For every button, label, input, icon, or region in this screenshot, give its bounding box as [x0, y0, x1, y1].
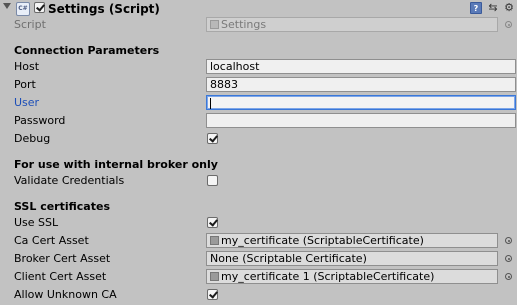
debug-label: Debug [14, 132, 51, 145]
broker-cert-value: None (Scriptable Certificate) [210, 252, 367, 265]
debug-checkbox[interactable] [207, 133, 218, 144]
host-input[interactable]: localhost [206, 59, 516, 74]
certificate-asset-icon [210, 236, 219, 245]
certificate-asset-icon [210, 272, 219, 281]
preset-icon[interactable]: ⇆ [487, 2, 499, 14]
section-internal-broker: For use with internal broker only [14, 158, 218, 171]
script-field: Settings [206, 17, 498, 32]
section-connection-parameters: Connection Parameters [14, 44, 160, 57]
client-cert-picker-icon[interactable] [505, 273, 512, 280]
text-caret [210, 97, 211, 109]
password-input[interactable] [206, 113, 516, 128]
port-input[interactable]: 8883 [206, 77, 516, 92]
ca-cert-value: my_certificate (ScriptableCertificate) [221, 234, 424, 247]
broker-cert-field[interactable]: None (Scriptable Certificate) [206, 251, 498, 266]
client-cert-value: my_certificate 1 (ScriptableCertificate) [221, 270, 435, 283]
gear-icon[interactable]: ⚙ [503, 2, 515, 14]
component-title: Settings (Script) [48, 2, 160, 16]
host-label: Host [14, 60, 40, 73]
broker-cert-picker-icon[interactable] [505, 255, 512, 262]
script-asset-icon [210, 20, 219, 29]
password-label: Password [14, 114, 66, 127]
book-icon[interactable]: ? [470, 2, 482, 14]
foldout-arrow-icon[interactable] [3, 3, 11, 9]
ca-cert-label: Ca Cert Asset [14, 234, 89, 247]
script-picker-icon [505, 21, 512, 28]
component-header[interactable]: C# Settings (Script) ? ⇆ ⚙ [0, 0, 517, 18]
broker-cert-label: Broker Cert Asset [14, 252, 111, 265]
allow-unknown-ca-label: Allow Unknown CA [14, 288, 117, 301]
ca-cert-field[interactable]: my_certificate (ScriptableCertificate) [206, 233, 498, 248]
script-label: Script [14, 18, 46, 31]
use-ssl-checkbox[interactable] [207, 217, 218, 228]
client-cert-field[interactable]: my_certificate 1 (ScriptableCertificate) [206, 269, 498, 284]
csharp-script-icon: C# [16, 2, 30, 16]
inspector-panel: C# Settings (Script) ? ⇆ ⚙ Script Settin… [0, 0, 517, 305]
user-label: User [14, 96, 40, 109]
section-ssl-certificates: SSL certificates [14, 200, 110, 213]
port-label: Port [14, 78, 36, 91]
ca-cert-picker-icon[interactable] [505, 237, 512, 244]
allow-unknown-ca-checkbox[interactable] [207, 289, 218, 300]
component-enabled-checkbox[interactable] [34, 2, 45, 13]
use-ssl-label: Use SSL [14, 216, 59, 229]
user-input[interactable] [206, 95, 516, 110]
client-cert-label: Client Cert Asset [14, 270, 107, 283]
script-value: Settings [221, 18, 267, 31]
validate-credentials-label: Validate Credentials [14, 174, 125, 187]
validate-credentials-checkbox[interactable] [207, 175, 218, 186]
